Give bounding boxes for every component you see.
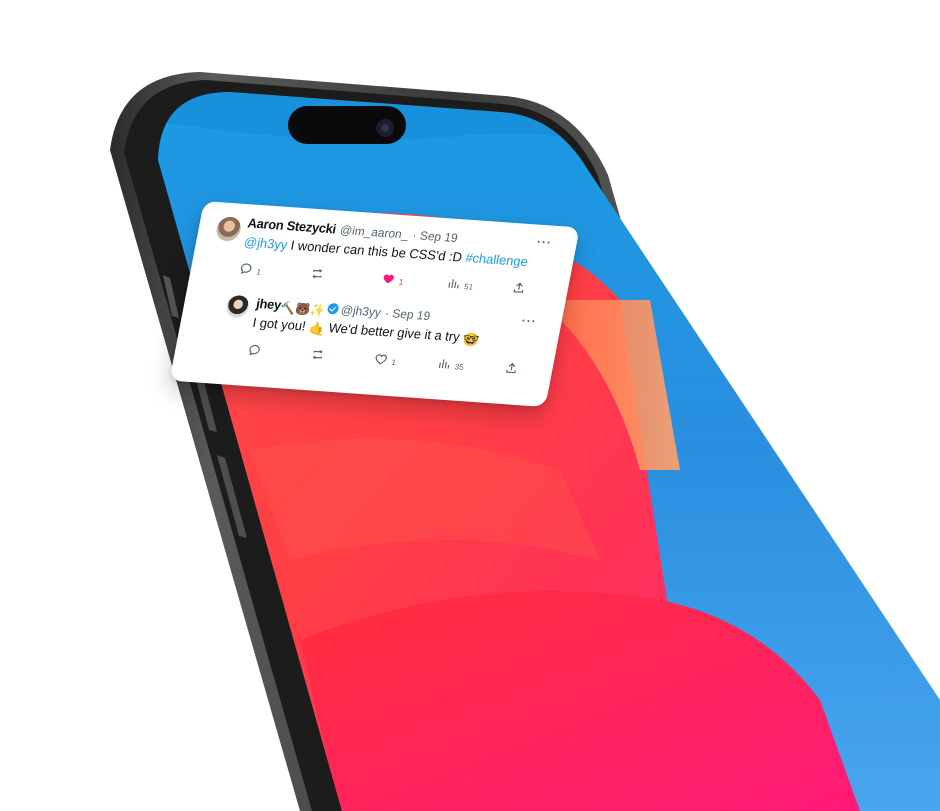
views-icon xyxy=(438,359,450,369)
views-button[interactable]: 35 xyxy=(436,355,466,373)
reply-icon xyxy=(249,344,260,356)
more-options-button[interactable]: ··· xyxy=(536,235,554,250)
like-icon xyxy=(375,354,388,365)
tweet-actions: 1 35 xyxy=(246,342,526,377)
reply-button[interactable] xyxy=(246,342,267,359)
like-button[interactable]: 1 xyxy=(380,270,405,288)
avatar[interactable] xyxy=(224,294,251,319)
mention-link[interactable]: @jh3yy xyxy=(243,234,289,252)
like-count: 1 xyxy=(390,357,397,367)
author-emoji: 🔨🐻✨ xyxy=(279,300,327,318)
views-icon xyxy=(448,279,459,289)
like-button[interactable]: 1 xyxy=(373,351,398,369)
repost-button[interactable] xyxy=(309,346,330,363)
tweet-date[interactable]: · Sep 19 xyxy=(384,306,432,323)
tweet-date[interactable]: · Sep 19 xyxy=(411,228,459,245)
avatar[interactable] xyxy=(214,216,243,242)
share-button[interactable] xyxy=(511,279,528,296)
repost-button[interactable] xyxy=(309,265,330,282)
views-button[interactable]: 51 xyxy=(445,275,475,293)
repost-icon xyxy=(312,350,323,359)
share-icon xyxy=(506,362,516,374)
author-handle[interactable]: @im_aaron_ xyxy=(339,223,410,242)
author-name[interactable]: jhey xyxy=(255,296,282,313)
tweet-thread-card[interactable]: Aaron Stezycki @im_aaron_ · Sep 19 ··· @… xyxy=(169,201,580,408)
views-count: 35 xyxy=(453,361,465,372)
nerd-face-emoji: 🤓 xyxy=(461,331,481,348)
repost-icon xyxy=(312,269,323,279)
author-name[interactable]: Aaron Stezycki xyxy=(246,215,337,236)
views-count: 51 xyxy=(463,281,474,292)
share-icon xyxy=(513,282,524,293)
share-button[interactable] xyxy=(503,360,520,377)
phone-device xyxy=(110,72,940,811)
more-options-button[interactable]: ··· xyxy=(520,314,538,329)
like-count: 1 xyxy=(398,276,405,287)
verified-badge-icon xyxy=(326,302,340,315)
author-handle[interactable]: @jh3yy xyxy=(340,303,382,320)
reply-count: 1 xyxy=(255,266,262,277)
reply-icon xyxy=(240,263,252,275)
hashtag-link[interactable]: #challenge xyxy=(464,250,529,269)
reply-button[interactable]: 1 xyxy=(238,260,263,278)
like-icon xyxy=(383,274,394,284)
